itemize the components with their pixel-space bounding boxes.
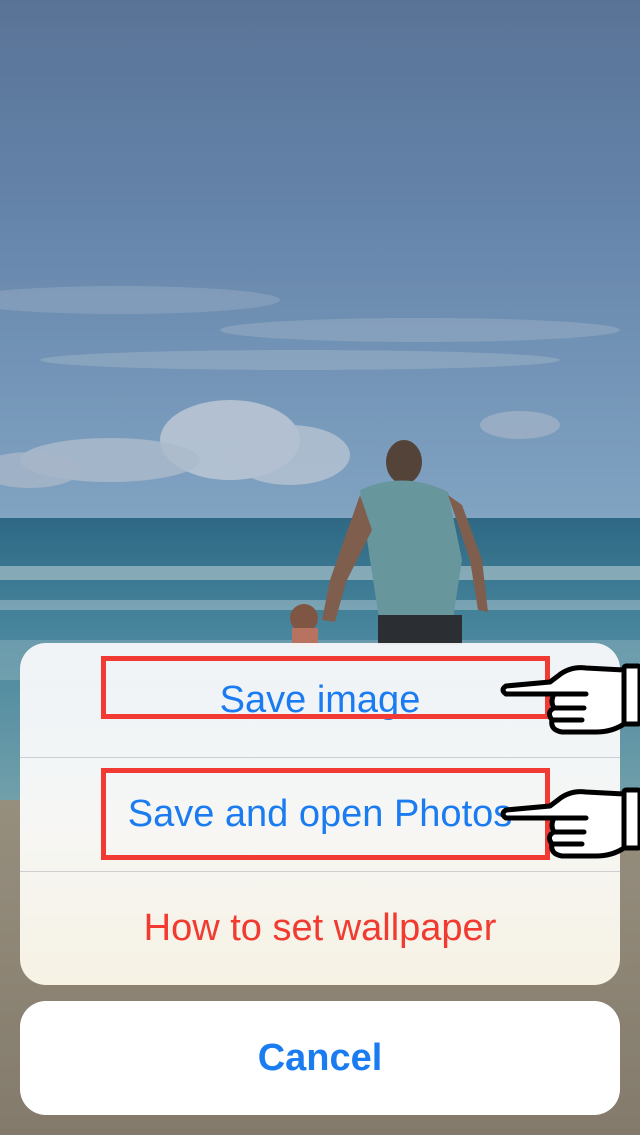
cancel-label: Cancel [257, 1036, 383, 1079]
cancel-button[interactable]: Cancel [20, 1001, 620, 1115]
screen: Save image Save and open Photos How to s… [0, 0, 640, 1135]
how-to-set-wallpaper-label: How to set wallpaper [143, 906, 497, 949]
save-and-open-photos-label: Save and open Photos [127, 792, 513, 835]
save-image-button[interactable]: Save image [20, 643, 620, 757]
action-sheet: Save image Save and open Photos How to s… [20, 643, 620, 985]
save-image-label: Save image [219, 678, 421, 721]
save-and-open-photos-button[interactable]: Save and open Photos [20, 757, 620, 871]
how-to-set-wallpaper-button[interactable]: How to set wallpaper [20, 871, 620, 985]
